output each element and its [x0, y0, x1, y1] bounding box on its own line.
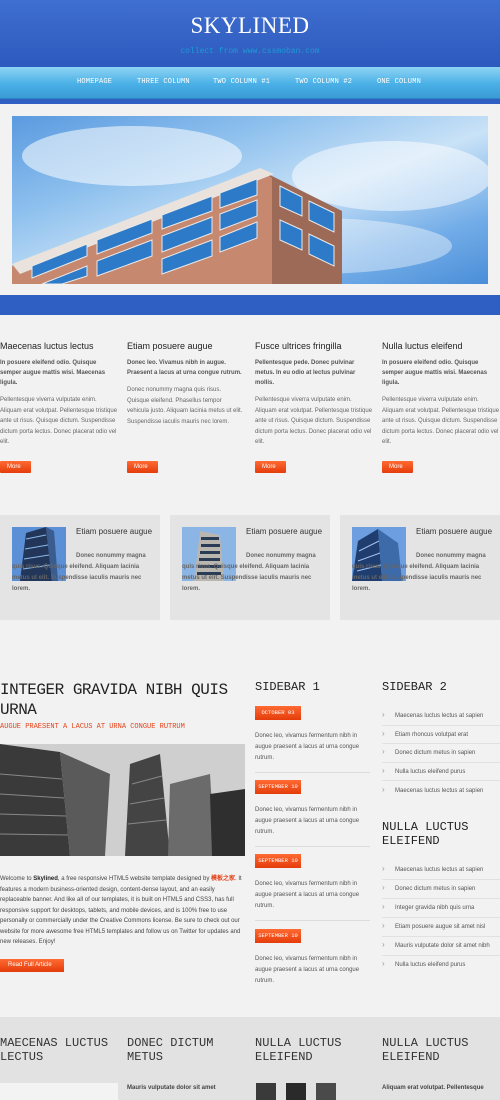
nav-three-column[interactable]: THREE COLUMN: [137, 78, 190, 86]
divider: [382, 917, 500, 918]
nav-two-column-2[interactable]: TWO COLUMN #2: [295, 78, 352, 86]
footer-image-1: [0, 1083, 118, 1100]
sidebar-2-link-7[interactable]: Donec dictum metus in sapien: [382, 884, 500, 893]
column-4-title: Nulla luctus eleifend: [382, 341, 463, 351]
date-badge: SEPTEMBER 10: [255, 929, 301, 943]
sidebar-1-news-1[interactable]: Donec leo, vivamus fermentum nibh in aug…: [255, 731, 370, 764]
column-3-body: Pellentesque viverra vulputate enim. Ali…: [255, 397, 373, 445]
divider: [382, 780, 500, 781]
nav-one-column[interactable]: ONE COLUMN: [377, 78, 421, 86]
divider: [382, 743, 500, 744]
article-author-link[interactable]: 模板之家: [211, 876, 235, 882]
featured-1-title: Etiam posuere augue: [76, 527, 153, 536]
site-title[interactable]: SKYLINED: [0, 13, 500, 39]
featured-3-title: Etiam posuere augue: [416, 527, 493, 536]
column-3-lead: Pellentesque pede. Donec pulvinar metus.…: [255, 360, 356, 386]
column-4-body: Pellentesque viverra vulputate enim. Ali…: [382, 397, 500, 445]
column-4-more-button[interactable]: More: [382, 461, 413, 473]
footer-heading-1: MAECENAS LUCTUS LECTUS: [0, 1036, 109, 1064]
footer-heading-3: NULLA LUCTUS ELEIFEND: [255, 1036, 342, 1064]
date-badge: SEPTEMBER 10: [255, 854, 301, 868]
sidebar-2-link-3[interactable]: Donec dictum metus in sapien: [382, 748, 500, 757]
article-title[interactable]: INTEGER GRAVIDA NIBH QUIS URNA: [0, 680, 240, 720]
column-1: Maecenas luctus lectus In posuere eleife…: [0, 341, 118, 448]
sidebar-2-link-4[interactable]: Nulla luctus eleifend purus: [382, 767, 500, 776]
column-3: Fusce ultrices fringilla Pellentesque pe…: [255, 341, 373, 448]
sidebar-2-link-10[interactable]: Mauris vulputate dolor sit amet nibh: [382, 941, 500, 950]
featured-1-text: Donec nonummy magna quis risus. Quisque …: [12, 553, 146, 592]
footer-heading-4: NULLA LUCTUS ELEIFEND: [382, 1036, 469, 1064]
column-1-lead: In posuere eleifend odio. Quisque semper…: [0, 360, 106, 386]
divider: [382, 762, 500, 763]
sidebar-2-title: SIDEBAR 2: [382, 680, 447, 694]
featured-3-text: Donec nonummy magna quis risus. Quisque …: [352, 553, 486, 592]
divider: [382, 898, 500, 899]
sidebar-1-title: SIDEBAR 1: [255, 680, 320, 694]
footer-heading-2: DONEC DICTUM METUS: [127, 1036, 214, 1064]
sidebar-2-link-11[interactable]: Nulla luctus eleifend purus: [382, 960, 500, 969]
article-brand: Skylined: [33, 876, 58, 882]
column-2-lead: Donec leo. Vivamus nibh in augue. Praese…: [127, 360, 242, 376]
date-badge: SEPTEMBER 10: [255, 780, 301, 794]
featured-box-1: Etiam posuere augue Donec nonummy magna …: [0, 515, 160, 620]
sidebar-2-link-8[interactable]: Integer gravida nibh quis urna: [382, 903, 500, 912]
sidebar-1-news-4[interactable]: Donec leo, vivamus fermentum nibh in aug…: [255, 954, 370, 987]
article-text-rest: . It features a modern business-oriented…: [0, 876, 242, 945]
column-2-title: Etiam posuere augue: [127, 341, 213, 351]
column-4-lead: In posuere eleifend odio. Quisque semper…: [382, 360, 488, 386]
footer-thumb-3[interactable]: [316, 1083, 336, 1100]
divider: [382, 936, 500, 937]
featured-box-2: Etiam posuere augue Donec nonummy magna …: [170, 515, 330, 620]
column-1-body: Pellentesque viverra vulputate enim. Ali…: [0, 397, 118, 445]
sidebar-2-subtitle: NULLA LUCTUS ELEIFEND: [382, 820, 469, 848]
sidebar-2-link-9[interactable]: Etiam posuere augue sit amet nisl: [382, 922, 500, 931]
column-1-title: Maecenas luctus lectus: [0, 341, 94, 351]
site-header: SKYLINED collect from www.cssmoban.com: [0, 0, 500, 67]
footer-text-4: Aliquam erat volutpat. Pellentesque: [382, 1085, 484, 1091]
featured-2-title: Etiam posuere augue: [246, 527, 323, 536]
column-2-more-button[interactable]: More: [127, 461, 158, 473]
nav-divider: [0, 99, 500, 104]
footer-thumb-2[interactable]: [286, 1083, 306, 1100]
nav-two-column-1[interactable]: TWO COLUMN #1: [213, 78, 270, 86]
article-text: Welcome to Skylined, a free responsive H…: [0, 874, 243, 948]
banner-band: [0, 295, 500, 315]
column-3-title: Fusce ultrices fringilla: [255, 341, 342, 351]
banner-image: [12, 116, 488, 284]
footer-text-2: Mauris vulputate dolor sit amet: [127, 1085, 216, 1091]
article-text-mid: , a free responsive HTML5 website templa…: [57, 876, 212, 882]
read-full-article-button[interactable]: Read Full Article: [0, 959, 64, 972]
footer-thumb-1[interactable]: [256, 1083, 276, 1100]
column-2-body: Donec nonummy magna quis risus. Quisque …: [127, 387, 243, 425]
divider: [255, 846, 370, 847]
column-2: Etiam posuere augue Donec leo. Vivamus n…: [127, 341, 245, 427]
article-text-intro: Welcome to: [0, 876, 34, 882]
sidebar-2-link-5[interactable]: Maecenas luctus lectus at sapien: [382, 786, 500, 795]
divider: [382, 725, 500, 726]
divider: [382, 879, 500, 880]
sidebar-1-news-3[interactable]: Donec leo, vivamus fermentum nibh in aug…: [255, 879, 370, 912]
sidebar-2-link-6[interactable]: Maecenas luctus lectus at sapien: [382, 865, 500, 874]
sidebar-2-link-2[interactable]: Etiam rhoncus volutpat erat: [382, 730, 500, 739]
featured-2-text: Donec nonummy magna quis risus. Quisque …: [182, 553, 316, 592]
site-tagline: collect from www.cssmoban.com: [180, 47, 320, 56]
article-subtitle: AUGUE PRAESENT A LACUS AT URNA CONGUE RU…: [0, 723, 185, 731]
sidebar-2-link-1[interactable]: Maecenas luctus lectus at sapien: [382, 711, 500, 720]
column-1-more-button[interactable]: More: [0, 461, 31, 473]
sidebar-1-news-2[interactable]: Donec leo, vivamus fermentum nibh in aug…: [255, 805, 370, 838]
article-image: [0, 744, 245, 856]
column-3-more-button[interactable]: More: [255, 461, 286, 473]
divider: [382, 955, 500, 956]
date-badge: OCTOBER 03: [255, 706, 301, 720]
nav-homepage[interactable]: HOMEPAGE: [77, 78, 112, 86]
main-nav: HOMEPAGE THREE COLUMN TWO COLUMN #1 TWO …: [0, 67, 500, 99]
divider: [255, 920, 370, 921]
column-4: Nulla luctus eleifend In posuere eleifen…: [382, 341, 500, 448]
featured-box-3: Etiam posuere augue Donec nonummy magna …: [340, 515, 500, 620]
divider: [255, 772, 370, 773]
